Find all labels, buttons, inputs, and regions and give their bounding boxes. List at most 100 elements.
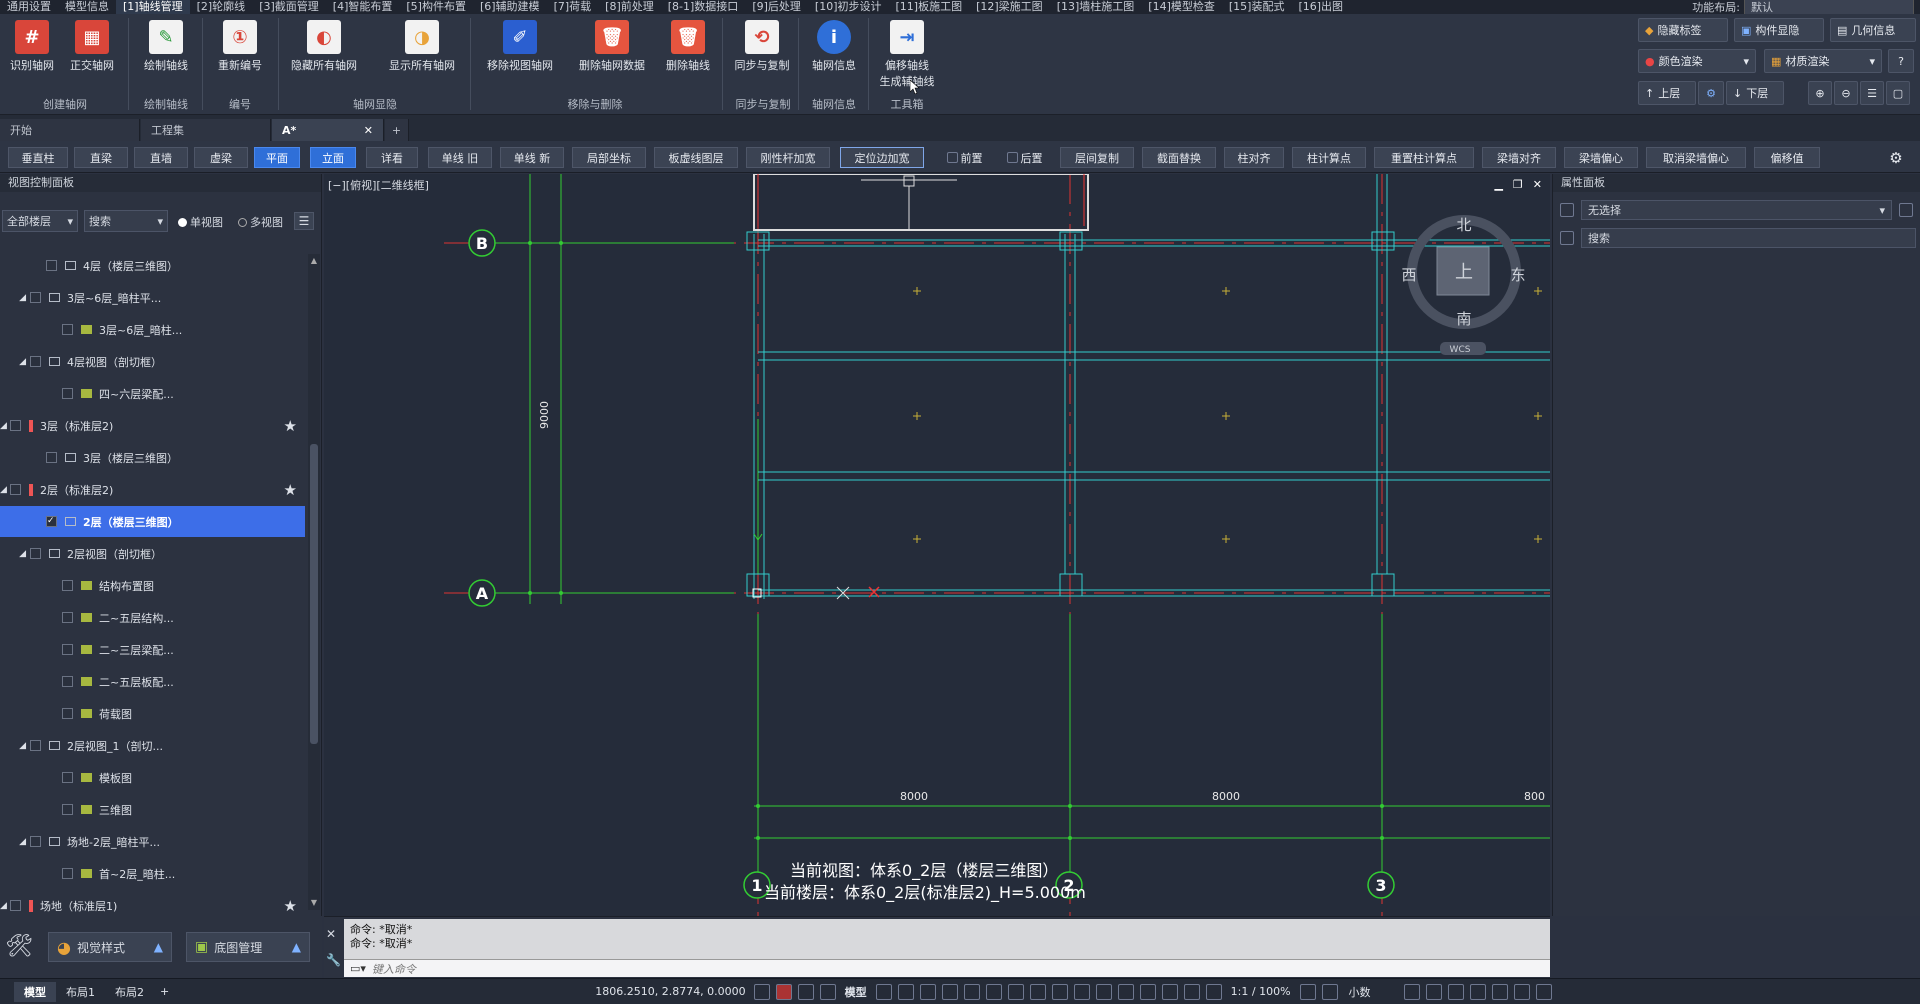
tree-item[interactable]: 3层（楼层三维图） [0,442,305,473]
tree-item[interactable]: 三维图 [0,794,305,825]
help-button[interactable]: ? [1888,49,1914,73]
ortho-icon[interactable] [919,983,936,1000]
cancel-eccentric-button[interactable]: 取消梁墙偏心 [1646,147,1746,168]
tree-checkbox[interactable] [10,420,21,431]
tree-item[interactable]: ◢ 2层（标准层2) ★ [0,474,305,505]
star-icon[interactable]: ★ [284,481,297,499]
window-button[interactable]: ▢ [1886,81,1910,105]
delete-grid-data-button[interactable]: 🗑 删除轴网数据 [572,14,652,73]
mode-label[interactable]: 模型 [845,984,867,1000]
tree-checkbox[interactable] [30,740,41,751]
tree-checkbox[interactable] [62,708,73,719]
menu-item-check[interactable]: [14]模型检查 [1141,0,1222,14]
tree-item[interactable]: 结构布置图 [0,570,305,601]
up-floor-button[interactable]: ↑ 上层 [1638,81,1696,105]
geo-info-button[interactable]: ▤ 几何信息 [1830,18,1916,42]
tree-expander[interactable]: ◢ [0,485,10,495]
unit-select[interactable]: 小数 [1349,984,1371,1000]
tree-checkbox[interactable]: ✓ [46,516,57,527]
compass-east[interactable]: 东 [1510,266,1525,284]
tree-checkbox[interactable] [10,900,21,911]
floor-filter-select[interactable]: 全部楼层 ▾ [2,210,78,232]
customize-icon[interactable] [1535,983,1552,1000]
view-compass[interactable]: 上 北 南 东 西 WCS [1401,215,1526,355]
otrack-icon[interactable] [985,983,1002,1000]
box-icon[interactable] [1051,983,1068,1000]
polar-icon[interactable] [941,983,958,1000]
gen-aux-axis-button[interactable]: 生成辅轴线 [880,75,935,88]
search-input[interactable]: 搜索 ▾ [84,210,168,232]
tree-item[interactable]: 首~2层_暗柱... [0,858,305,889]
tree-expander[interactable]: ◢ [0,901,10,911]
single-line-new-button[interactable]: 单线 新 [500,147,564,168]
selection-select[interactable]: 无选择 ▾ [1581,200,1892,220]
tree-item[interactable]: 四~六层梁配... [0,378,305,409]
menu-item-prelim[interactable]: [10]初步设计 [808,0,889,14]
menu-item-outline[interactable]: [2]轮廓线 [190,0,253,14]
tab-layout-1[interactable]: 布局1 [56,982,105,1002]
add-layout-button[interactable]: + [154,983,175,1000]
tree-item[interactable]: ◢ 3层~6层_暗柱平... [0,282,305,313]
annotate-icon[interactable] [1183,983,1200,1000]
tree-checkbox[interactable] [30,356,41,367]
tree-item[interactable]: ◢ 2层视图（剖切框） [0,538,305,569]
tab-a[interactable]: A* ✕ [272,119,384,141]
menu-item-aux-model[interactable]: [6]辅助建模 [473,0,547,14]
osnap-icon[interactable] [963,983,980,1000]
material-render-button[interactable]: ▦ 材质渲染 ▾ [1764,49,1882,73]
fan-icon[interactable] [819,983,836,1000]
gear-icon[interactable] [1299,983,1316,1000]
menu-item-model-info[interactable]: 模型信息 [58,0,116,14]
toolbar-settings-button[interactable]: ⚙ [1882,147,1910,168]
clean-icon[interactable] [1491,983,1508,1000]
tree-checkbox[interactable] [62,676,73,687]
pick-icon[interactable] [1899,203,1913,217]
star-icon[interactable]: ★ [284,417,297,435]
angle-icon[interactable] [1029,983,1046,1000]
scroll-down-icon[interactable]: ▼ [309,898,319,908]
recognize-grid-button[interactable]: # 识别轴网 [0,14,64,73]
menu-item-wall-col[interactable]: [13]墙柱施工图 [1050,0,1142,14]
multi-view-radio[interactable]: 多视图 [238,214,283,230]
tree-expander[interactable]: ◢ [0,421,10,431]
single-view-radio[interactable]: 单视图 [178,214,223,230]
menu-item-slab[interactable]: [11]板施工图 [889,0,970,14]
group-number[interactable]: 编号 [208,96,272,112]
compass-south[interactable]: 南 [1456,310,1471,328]
tree-item[interactable]: ◢ 场地-2层_暗柱平... [0,826,305,857]
star-icon[interactable]: ★ [284,897,297,915]
tree-checkbox[interactable] [62,868,73,879]
coord-icon[interactable] [753,983,770,1000]
tree-checkbox[interactable] [30,548,41,559]
grid-info-button[interactable]: i 轴网信息 [802,14,866,73]
tree-scrollbar[interactable]: ▲ ▼ [308,254,320,910]
close-icon[interactable]: ✕ [364,124,373,137]
renumber-button[interactable]: ① 重新编号 [208,14,272,73]
straight-wall-button[interactable]: 直墙 [134,147,188,168]
offset-axis-button[interactable]: ⇥ 偏移轴线 生成辅轴线 [874,14,940,89]
window-icon[interactable] [1425,983,1442,1000]
section-replace-button[interactable]: 截面替换 [1142,147,1216,168]
ucs-icon[interactable] [1139,983,1156,1000]
tree-expander[interactable]: ◢ [0,549,30,559]
grid-icon[interactable] [875,983,892,1000]
close-icon[interactable]: ✕ [326,927,340,941]
menu-item-beam[interactable]: [12]梁施工图 [969,0,1050,14]
straight-beam-button[interactable]: 直梁 [74,147,128,168]
menu-item-axis[interactable]: [1]轴线管理 [116,0,190,14]
tree-checkbox[interactable] [62,324,73,335]
menu-item-smart-layout[interactable]: [4]智能布置 [326,0,400,14]
tab-layout-2[interactable]: 布局2 [105,982,154,1002]
beam-wall-eccentric-button[interactable]: 梁墙偏心 [1564,147,1638,168]
property-search-input[interactable]: 搜索 [1581,228,1916,248]
local-coord-button[interactable]: 局部坐标 [572,147,646,168]
rigid-bar-widen-button[interactable]: 刚性杆加宽 [746,147,830,168]
tree-item[interactable]: 3层~6层_暗柱... [0,314,305,345]
column-calc-point-button[interactable]: 柱计算点 [1292,147,1366,168]
view-style-button[interactable]: ◕ 视觉样式 ▲ [48,932,172,962]
virtual-beam-button[interactable]: 虚梁 [194,147,248,168]
down-floor-button[interactable]: ↓ 下层 [1726,81,1784,105]
hide-tag-button[interactable]: ◆ 隐藏标签 [1638,18,1728,42]
draw-axis-button[interactable]: ✎ 绘制轴线 [134,14,198,73]
tree-checkbox[interactable] [62,804,73,815]
